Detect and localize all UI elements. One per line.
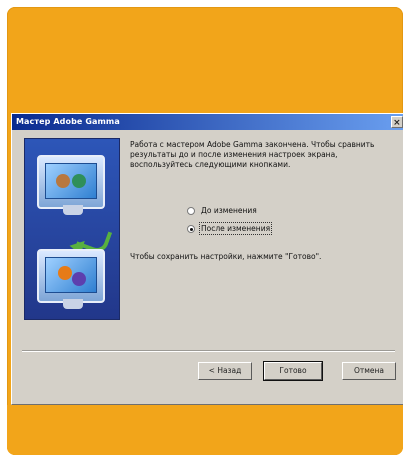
- radio-button-icon[interactable]: [187, 207, 195, 215]
- close-icon[interactable]: ×: [391, 116, 403, 128]
- comparison-options: До изменения После изменения: [187, 204, 337, 240]
- face-icon: [72, 174, 86, 188]
- page-frame: Мастер Adobe Gamma × Работа с мастером A…: [7, 7, 403, 455]
- window-title: Мастер Adobe Gamma: [16, 117, 120, 126]
- option-after[interactable]: После изменения: [187, 222, 337, 236]
- face-icon: [58, 266, 72, 280]
- option-label: После изменения: [198, 222, 273, 235]
- monitor-icon: [37, 249, 105, 309]
- radio-button-icon[interactable]: [187, 225, 195, 233]
- save-note: Чтобы сохранить настройки, нажмите "Гото…: [130, 252, 322, 261]
- monitor-icon: [37, 155, 105, 215]
- face-icon: [56, 174, 70, 188]
- intro-text: Работа с мастером Adobe Gamma закончена.…: [130, 140, 375, 169]
- selected-dot-icon: [190, 228, 193, 231]
- face-icon: [72, 272, 86, 286]
- cancel-button[interactable]: Отмена: [342, 362, 396, 380]
- adobe-gamma-dialog: Мастер Adobe Gamma × Работа с мастером A…: [11, 113, 403, 405]
- option-label: До изменения: [201, 206, 257, 215]
- screen-icon: [45, 257, 97, 293]
- window-titlebar: Мастер Adobe Gamma ×: [12, 114, 403, 130]
- back-button[interactable]: < Назад: [198, 362, 252, 380]
- dialog-separator: [22, 350, 395, 352]
- monitor-comparison-illustration: [24, 138, 120, 320]
- orange-footer-band: [7, 405, 403, 455]
- option-before[interactable]: До изменения: [187, 204, 337, 218]
- monitor-stand-icon: [63, 299, 83, 309]
- screen-icon: [45, 163, 97, 199]
- done-button[interactable]: Готово: [263, 361, 323, 381]
- monitor-stand-icon: [63, 205, 83, 215]
